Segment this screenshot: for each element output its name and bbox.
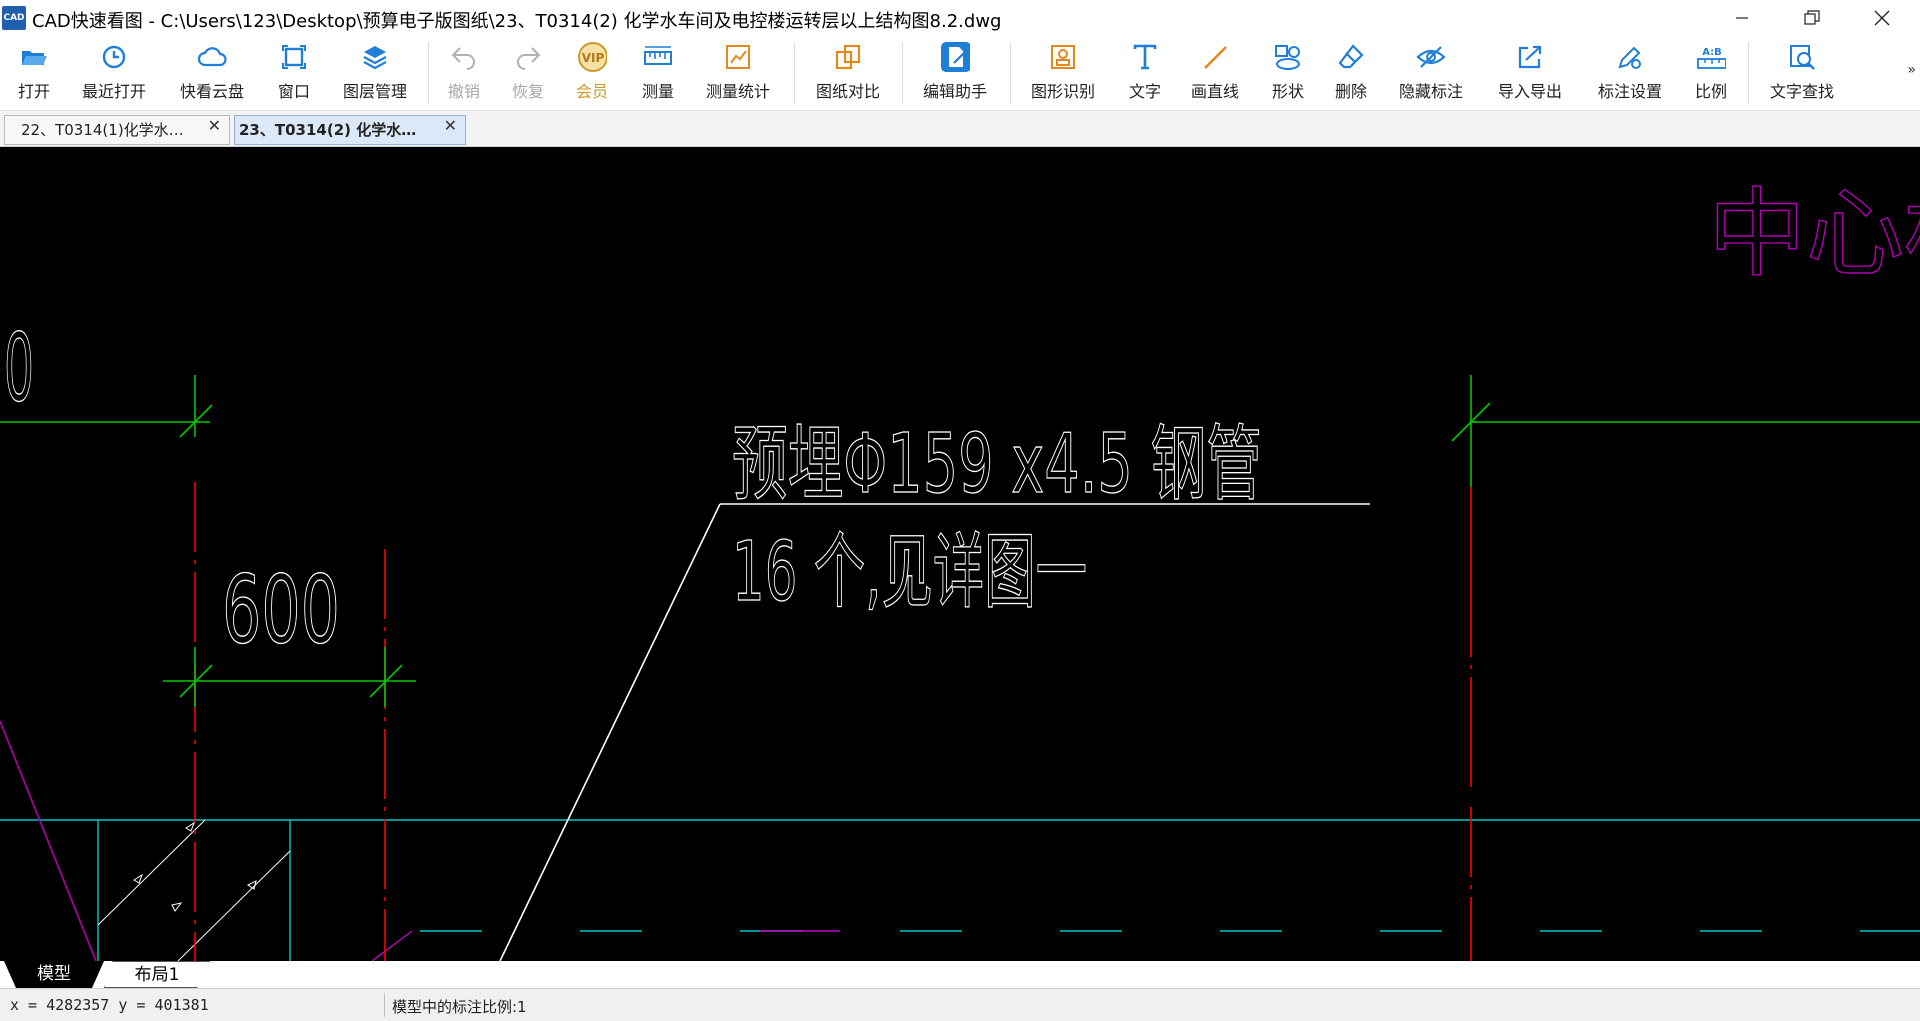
tab-label: 23、T0314(2) 化学水… [239, 121, 417, 139]
drawing-canvas[interactable]: 预埋Φ159 x4.5 钢管 16 个,见详图一 600 0 中心标高 [0, 147, 1920, 961]
pipe-annotation-text: 预埋Φ159 x4.5 钢管 [732, 417, 1262, 512]
minimize-icon [1736, 17, 1748, 19]
import-export-icon [1515, 42, 1545, 72]
recent-clock-icon [99, 42, 129, 72]
close-icon [1874, 10, 1890, 26]
edit-assistant-icon [940, 42, 970, 72]
hatch-triangle [185, 821, 195, 832]
scale-ab-icon: A:B [1696, 42, 1726, 72]
folder-open-icon [19, 42, 49, 72]
toolbar-overflow-icon[interactable]: » [1907, 62, 1916, 78]
toolbar-separator [1010, 42, 1011, 104]
text-search-button[interactable]: 文字查找 [1766, 42, 1838, 106]
toolbar-separator [794, 42, 795, 104]
dimension-600-text: 600 [222, 556, 340, 665]
annotation-settings-icon [1615, 42, 1645, 72]
eraser-icon [1336, 42, 1366, 72]
redo-icon [513, 42, 543, 72]
shape-recognition-button[interactable]: 图形识别 [1027, 42, 1099, 106]
toolbar-separator [902, 42, 903, 104]
measure-button[interactable]: 测量 [640, 42, 676, 106]
tab-document-22[interactable]: 22、T0314(1)化学水… ✕ [4, 115, 230, 145]
close-button[interactable] [1852, 0, 1912, 36]
minimize-button[interactable] [1712, 0, 1772, 36]
text-button[interactable]: 文字 [1127, 42, 1163, 106]
vip-badge-icon: VIP [577, 42, 607, 72]
layout-tab-bar: 模型 布局1 [0, 961, 1920, 988]
layer-management-button[interactable]: 图层管理 [339, 42, 411, 106]
window-title: CAD快速看图 - C:\Users\123\Desktop\预算电子版图纸\2… [32, 11, 1002, 32]
leader-line [499, 503, 721, 961]
delete-button[interactable]: 删除 [1333, 42, 1369, 106]
measure-statistics-button[interactable]: 测量统计 [702, 42, 774, 106]
close-icon[interactable]: ✕ [444, 116, 457, 135]
toolbar-separator [1748, 42, 1749, 104]
status-bar: x = 4282357 y = 401381 模型中的标注比例:1 [0, 988, 1920, 1021]
restore-icon [1804, 10, 1820, 25]
layers-icon [360, 42, 390, 72]
hatch-triangle [133, 873, 143, 884]
hatch-triangle [247, 880, 257, 890]
undo-icon [449, 42, 479, 72]
recent-open-button[interactable]: 最近打开 [78, 42, 150, 106]
text-search-icon [1787, 42, 1817, 72]
tab-layout1[interactable]: 布局1 [104, 961, 210, 988]
cloud-icon [197, 42, 227, 72]
tab-document-23[interactable]: 23、T0314(2) 化学水… ✕ [234, 115, 466, 145]
toolbar-separator [428, 42, 429, 104]
ruler-icon [643, 42, 673, 72]
hide-eye-icon [1416, 42, 1446, 72]
annotation-scale-status: 模型中的标注比例:1 [392, 998, 527, 1016]
open-button[interactable]: 打开 [12, 42, 56, 106]
hatch-line [97, 819, 206, 926]
undo-button[interactable]: 撤销 [446, 42, 482, 106]
green-tick [179, 404, 213, 438]
import-export-button[interactable]: 导入导出 [1494, 42, 1566, 106]
hatch-triangle [171, 902, 183, 912]
svg-text:VIP: VIP [582, 51, 605, 65]
cloud-drive-button[interactable]: 快看云盘 [176, 42, 248, 106]
compare-icon [833, 42, 863, 72]
shapes-button[interactable]: 形状 [1270, 42, 1306, 106]
annotation-settings-button[interactable]: 标注设置 [1594, 42, 1666, 106]
edit-assistant-button[interactable]: 编辑助手 [919, 42, 991, 106]
shape-recognition-icon [1048, 42, 1078, 72]
restore-button[interactable] [1782, 0, 1842, 36]
window-icon [279, 42, 309, 72]
tab-label: 22、T0314(1)化学水… [21, 121, 184, 139]
document-tab-bar: 22、T0314(1)化学水… ✕ 23、T0314(2) 化学水… ✕ [0, 111, 1920, 147]
tab-model[interactable]: 模型 [4, 961, 104, 988]
magenta-diagonal-line [0, 720, 97, 961]
edge-text: 0 [4, 314, 34, 423]
cad-drawing: 预埋Φ159 x4.5 钢管 16 个,见详图一 600 0 中心标高 [0, 177, 1920, 961]
app-logo-icon: CAD [2, 6, 26, 30]
main-toolbar: 打开 最近打开 快看云盘 窗口 图层管理 撤销 恢复 VIP 会员 测量 测量统… [0, 36, 1920, 111]
scale-button[interactable]: A:B 比例 [1693, 42, 1729, 106]
status-divider [384, 993, 385, 1017]
line-icon [1200, 42, 1230, 72]
close-icon[interactable]: ✕ [208, 116, 221, 135]
redo-button[interactable]: 恢复 [510, 42, 546, 106]
measure-stats-icon [723, 42, 753, 72]
center-elevation-text: 中心标高 [1708, 178, 1920, 290]
magenta-diagonal-line [371, 930, 413, 961]
cursor-coordinates: x = 4282357 y = 401381 [10, 996, 209, 1014]
hide-annotations-button[interactable]: 隐藏标注 [1395, 42, 1467, 106]
draw-line-button[interactable]: 画直线 [1188, 42, 1242, 106]
window-button[interactable]: 窗口 [276, 42, 312, 106]
text-icon [1130, 42, 1160, 72]
pipe-count-text: 16 个,见详图一 [732, 525, 1087, 620]
drawing-compare-button[interactable]: 图纸对比 [812, 42, 884, 106]
svg-text:A:B: A:B [1702, 47, 1722, 58]
title-bar: CAD CAD快速看图 - C:\Users\123\Desktop\预算电子版… [0, 0, 1920, 36]
vip-member-button[interactable]: VIP 会员 [574, 42, 610, 106]
shapes-icon [1273, 42, 1303, 72]
